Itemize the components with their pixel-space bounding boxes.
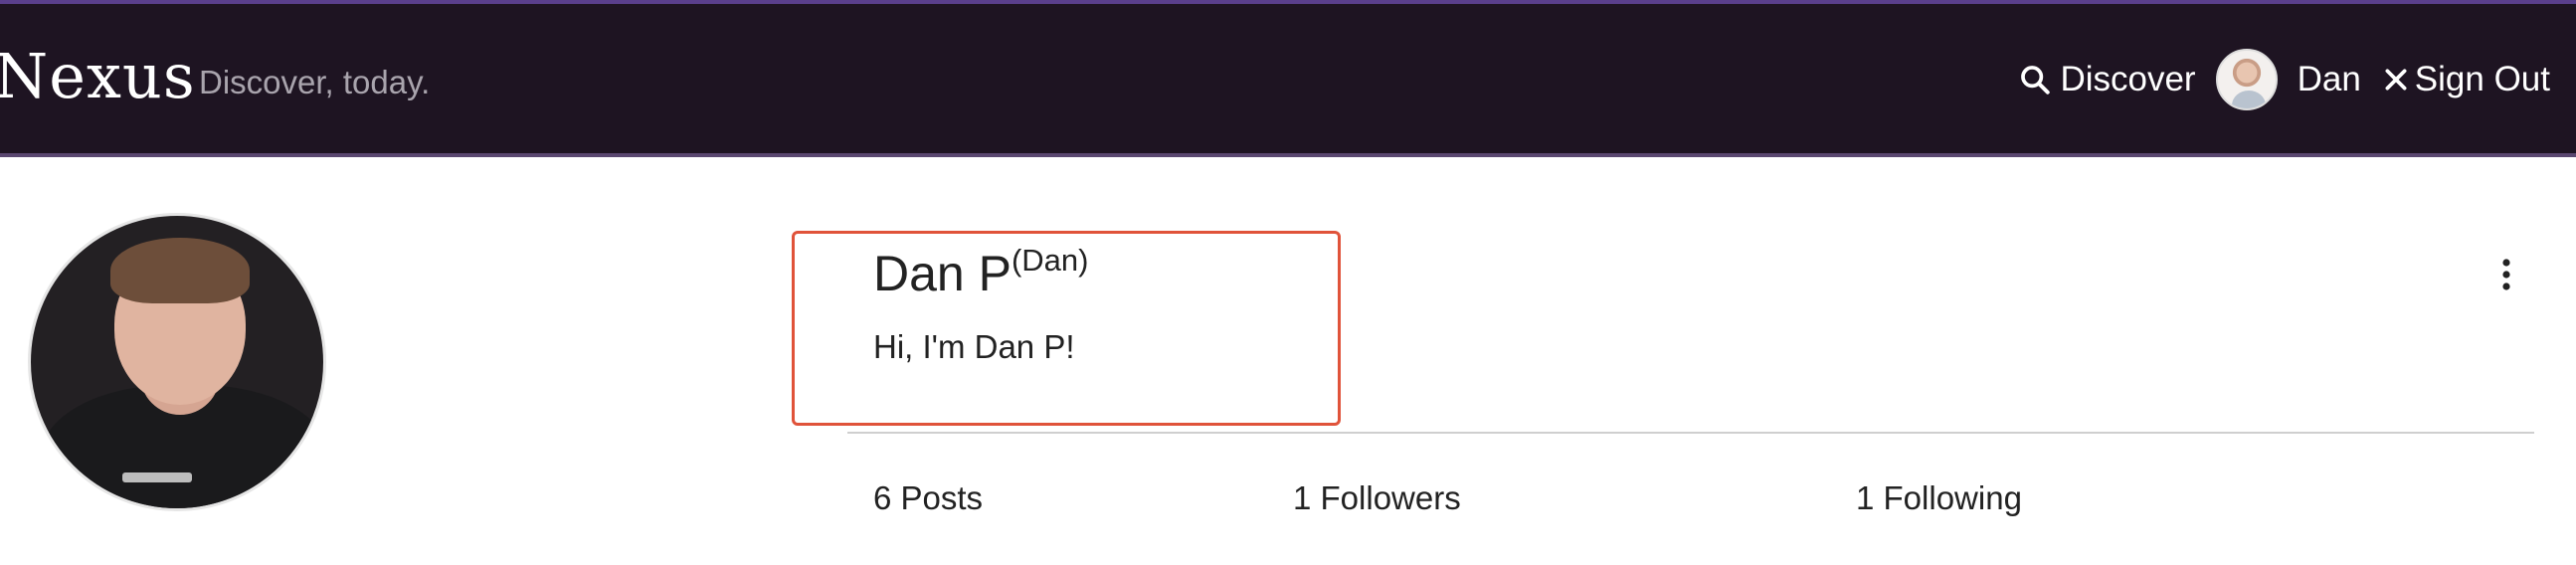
discover-label: Discover (2060, 60, 2196, 98)
brand-logo[interactable]: Nexus (0, 40, 196, 112)
tagline: Discover, today. (199, 64, 431, 100)
user-link[interactable]: Dan (2298, 60, 2361, 99)
display-name-text: Dan P (873, 246, 1012, 301)
more-vertical-icon[interactable] (2494, 255, 2518, 294)
sign-out-label: Sign Out (2414, 60, 2550, 98)
close-icon (2383, 67, 2409, 93)
nav-right: Discover Dan Sign Out (2018, 48, 2550, 111)
sign-out-link[interactable]: Sign Out (2383, 60, 2550, 99)
profile-avatar (28, 213, 326, 511)
following-count[interactable]: 1 Following (1856, 479, 2022, 517)
discover-link[interactable]: Discover (2018, 60, 2196, 99)
posts-count[interactable]: 6 Posts (873, 479, 983, 517)
profile-display-name: Dan P(Dan) (873, 243, 1089, 302)
search-icon (2018, 63, 2052, 96)
top-navbar: Nexus Discover, today. Discover Dan Sign… (0, 0, 2576, 157)
profile-divider (847, 432, 2534, 434)
username: (Dan) (1011, 243, 1089, 278)
user-avatar[interactable] (2215, 49, 2278, 110)
user-name: Dan (2297, 60, 2361, 98)
followers-count[interactable]: 1 Followers (1293, 479, 1461, 517)
profile-bio: Hi, I'm Dan P! (873, 328, 1075, 365)
